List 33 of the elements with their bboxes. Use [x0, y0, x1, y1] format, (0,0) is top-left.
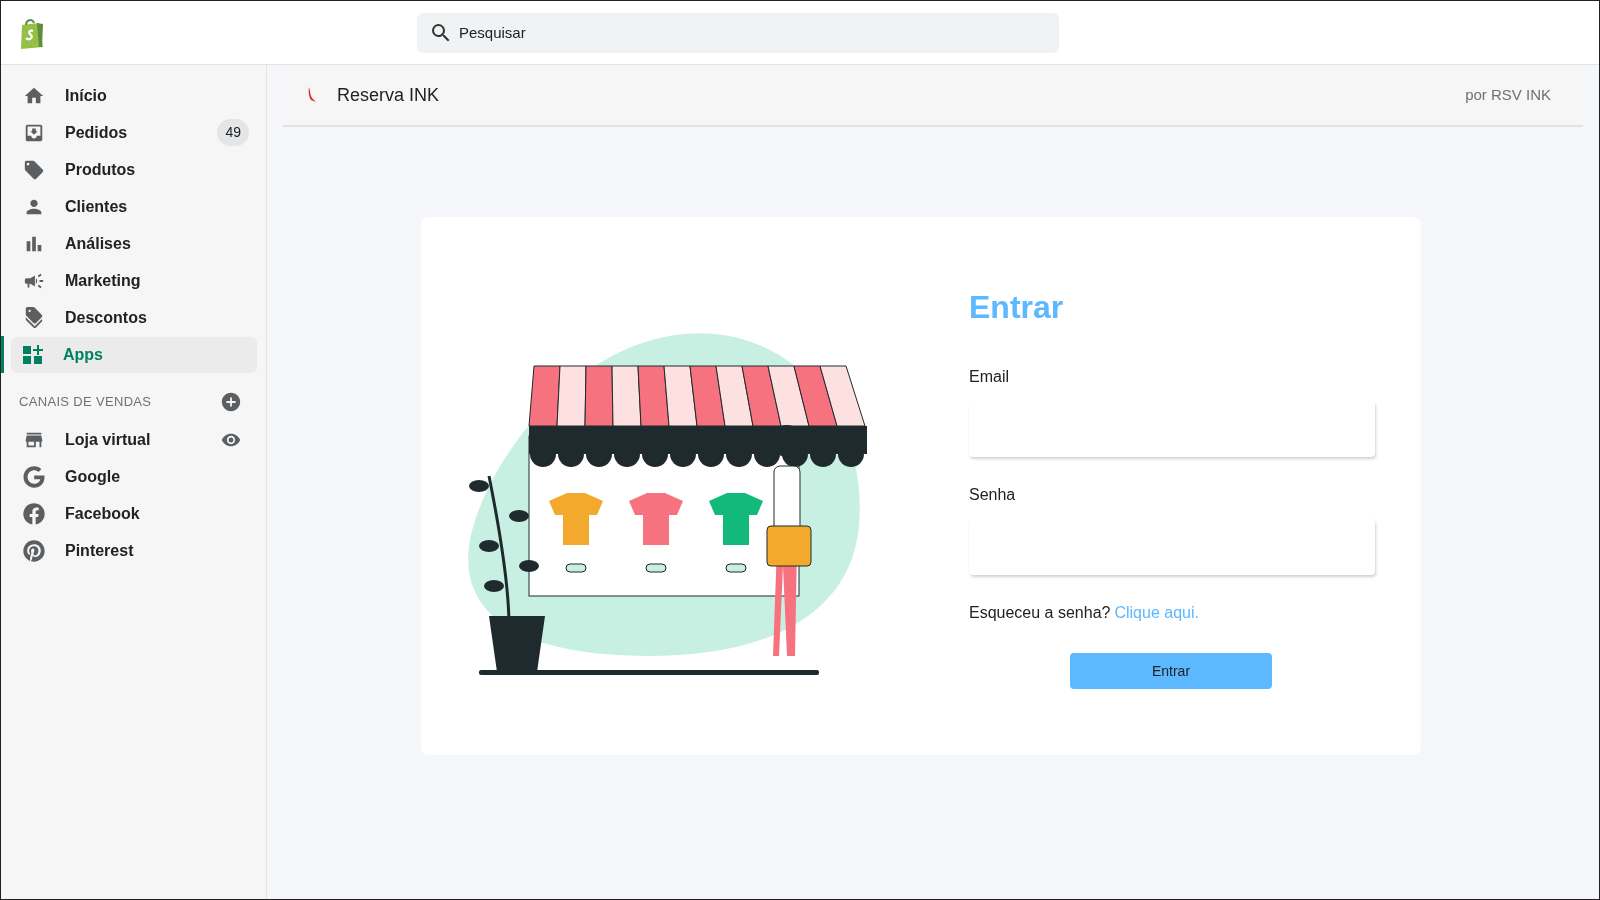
login-button[interactable]: Entrar	[1070, 653, 1272, 689]
app-title: Reserva INK	[337, 83, 440, 107]
sidebar-item[interactable]: Marketing	[11, 262, 257, 299]
sidebar-item[interactable]: Produtos	[11, 151, 257, 188]
forgot-password-text: Esqueceu a senha?	[969, 603, 1111, 623]
sidebar-item[interactable]: Loja virtual	[11, 421, 257, 458]
add-icon[interactable]	[220, 391, 242, 413]
google-icon	[23, 465, 45, 488]
discount-icon	[23, 306, 45, 329]
search-field[interactable]: Pesquisar	[417, 12, 1059, 53]
sidebar-item[interactable]: Pinterest	[11, 532, 257, 569]
sidebar-item[interactable]: Apps	[11, 336, 257, 373]
password-input-field[interactable]	[969, 519, 1375, 575]
sidebar-item[interactable]: Descontos	[11, 299, 257, 336]
bird-logo-icon	[307, 87, 317, 103]
pinterest-icon	[23, 539, 45, 562]
tag-icon	[23, 158, 45, 181]
sidebar-item[interactable]: Pedidos 49	[11, 114, 257, 151]
login-title: Entrar	[969, 288, 1065, 327]
sidebar-item[interactable]: Análises	[11, 225, 257, 262]
active-indicator	[1, 336, 4, 373]
apps-icon	[23, 344, 43, 365]
email-input-field[interactable]	[969, 401, 1375, 457]
email-label: Email	[969, 367, 1010, 387]
password-label: Senha	[969, 485, 1017, 505]
sidebar-item[interactable]: Google	[11, 458, 257, 495]
sidebar-item[interactable]: Facebook	[11, 495, 257, 532]
section-title: CANAIS DE VENDAS	[19, 393, 152, 412]
sidebar-item[interactable]: Clientes	[11, 188, 257, 225]
app-byline: por RSV INK	[1465, 84, 1551, 105]
sidebar-item[interactable]: Início	[11, 77, 257, 114]
facebook-icon	[23, 502, 45, 525]
count-badge: 49	[217, 119, 249, 146]
